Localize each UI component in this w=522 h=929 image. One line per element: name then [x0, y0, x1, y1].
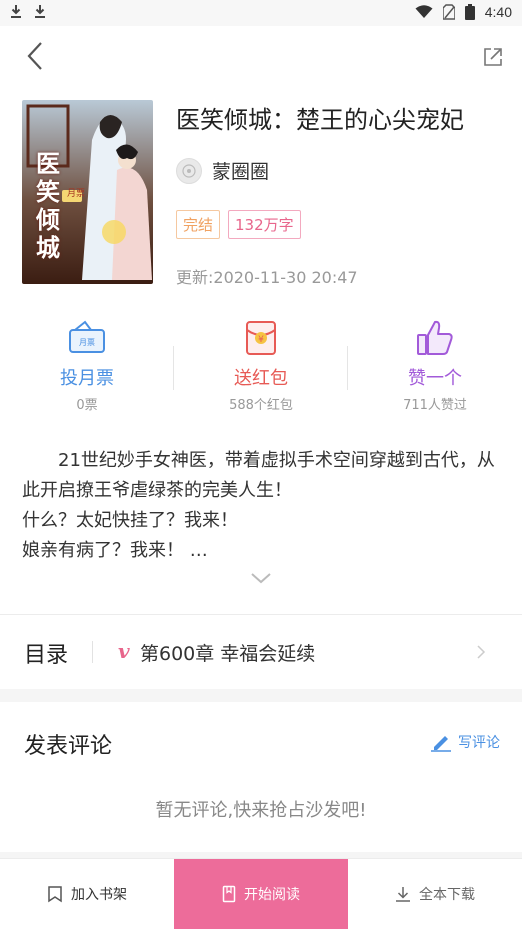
bottom-bar: 加入书架 开始阅读 全本下载	[0, 858, 522, 929]
divider	[92, 641, 93, 663]
wifi-icon	[415, 5, 433, 18]
book-title: 医笑倾城：楚王的心尖宠妃	[176, 106, 464, 134]
status-bar: 4:40	[0, 0, 522, 26]
intro-line: 什么？太妃快挂了？我来！	[22, 510, 238, 531]
svg-text:¥: ¥	[258, 335, 264, 345]
book-header: 医笑倾城 月票 医笑倾城：楚王的心尖宠妃 蒙圈圈 完结 132万字 更新:202…	[22, 100, 512, 300]
author-avatar	[176, 157, 202, 184]
book-detail: 医笑倾城 月票 医笑倾城：楚王的心尖宠妃 蒙圈圈 完结 132万字 更新:202…	[0, 26, 522, 616]
pen-icon	[431, 736, 451, 752]
book-cover[interactable]: 医笑倾城 月票	[22, 100, 153, 284]
intro-line: 21世纪妙手女神医，带着虚拟手术空间穿越到古代，从此开启撩王爷虐绿茶的完美人生！	[22, 450, 495, 501]
status-tag: 完结	[176, 210, 221, 239]
empty-comments-text: 暂无评论,快来抢占沙发吧!	[155, 800, 367, 821]
red-packet-icon: ¥	[246, 321, 276, 355]
back-icon[interactable]	[20, 40, 52, 72]
chevron-right-icon	[477, 645, 486, 659]
vip-icon: v	[118, 639, 130, 663]
comments-title: 发表评论	[24, 734, 113, 759]
svg-text:月票: 月票	[79, 338, 95, 347]
red-packet-count: 588个红包	[229, 398, 293, 413]
wordcount-tag: 132万字	[228, 210, 301, 239]
start-reading-button[interactable]: 开始阅读	[174, 859, 348, 929]
vote-label: 投月票	[60, 368, 114, 389]
ticket-icon: 月票	[69, 320, 105, 353]
status-time: 4:40	[484, 4, 512, 20]
author-row[interactable]: 蒙圈圈	[176, 157, 269, 184]
vote-monthly-ticket-button[interactable]: 月票 投月票 0票	[0, 318, 174, 418]
top-bar	[0, 26, 522, 86]
red-packet-label: 送红包	[234, 368, 288, 389]
write-comment-label: 写评论	[458, 735, 500, 751]
sim-no-signal-icon	[442, 4, 455, 20]
download-notification-icon	[11, 5, 21, 18]
intro-line: 娘亲有病了？我来！ …	[22, 540, 208, 561]
bookmark-icon	[48, 886, 62, 903]
toc-title: 目录	[24, 643, 69, 668]
comments-section: 发表评论 写评论 暂无评论,快来抢占沙发吧!	[0, 702, 522, 852]
update-time: 更新:2020-11-30 20:47	[176, 268, 358, 287]
download-notification-icon	[35, 5, 45, 18]
like-count: 711人赞过	[403, 398, 467, 413]
add-to-shelf-label: 加入书架	[71, 887, 127, 903]
cover-title-art: 医笑倾城	[36, 149, 60, 262]
action-row: 月票 投月票 0票 ¥ 送红包 588个红包 赞一个 711人赞过	[0, 318, 522, 418]
like-label: 赞一个	[408, 368, 462, 389]
start-reading-label: 开始阅读	[244, 887, 300, 903]
book-icon	[222, 885, 236, 903]
download-all-label: 全本下载	[419, 887, 475, 903]
latest-chapter: 第600章 幸福会延续	[140, 643, 316, 665]
table-of-contents-row[interactable]: 目录 v 第600章 幸福会延续	[0, 614, 522, 689]
send-red-packet-button[interactable]: ¥ 送红包 588个红包	[174, 318, 348, 418]
book-tags: 完结 132万字	[176, 210, 301, 239]
author-name: 蒙圈圈	[212, 161, 270, 183]
download-icon	[396, 887, 410, 902]
book-intro[interactable]: 21世纪妙手女神医，带着虚拟手术空间穿越到古代，从此开启撩王爷虐绿茶的完美人生！…	[22, 446, 502, 566]
user-icon	[182, 163, 196, 178]
like-button[interactable]: 赞一个 711人赞过	[348, 318, 522, 418]
expand-chevron-icon[interactable]	[249, 570, 273, 586]
vote-count: 0票	[76, 398, 98, 413]
share-icon[interactable]	[482, 46, 504, 68]
battery-icon	[464, 4, 475, 20]
cover-badge: 月票	[67, 189, 86, 199]
write-comment-button[interactable]: 写评论	[430, 732, 500, 752]
thumbs-up-icon	[417, 320, 453, 355]
download-all-button[interactable]: 全本下载	[348, 859, 522, 929]
add-to-shelf-button[interactable]: 加入书架	[0, 859, 174, 929]
